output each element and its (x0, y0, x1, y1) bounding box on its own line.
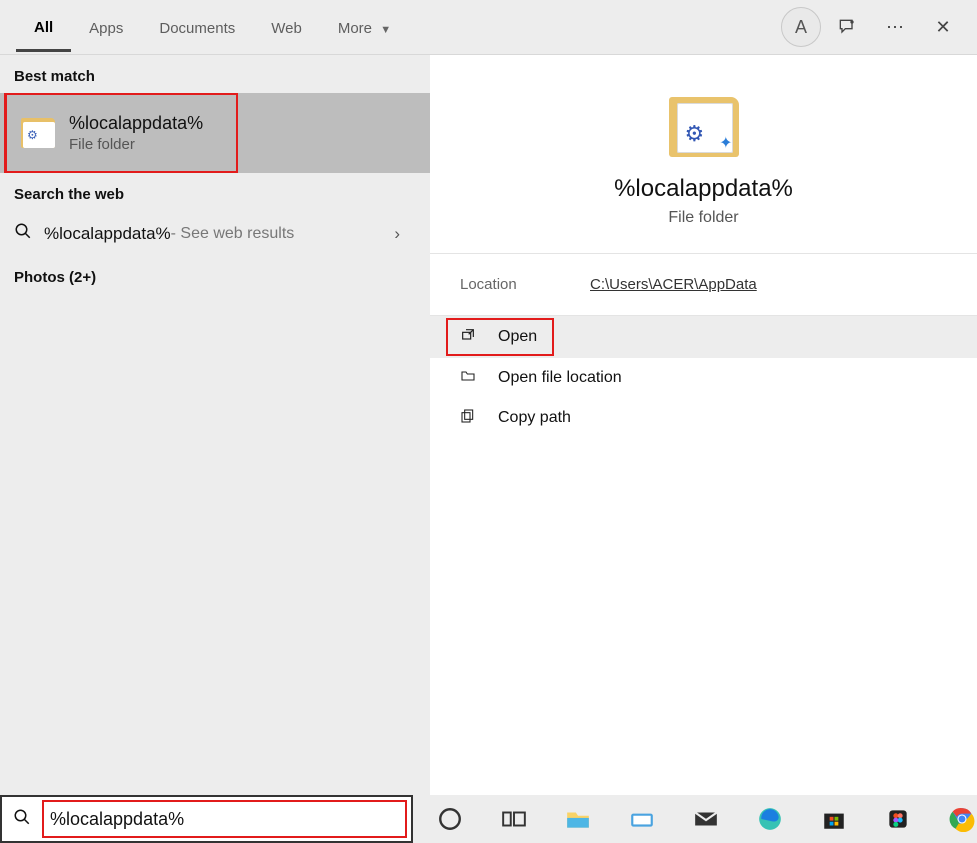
folder-icon-large: ⚙✦ (669, 97, 739, 157)
copy-icon (460, 408, 498, 428)
file-explorer-icon[interactable] (563, 804, 593, 834)
chevron-down-icon: ▼ (380, 24, 391, 36)
taskbar-search-box[interactable] (0, 795, 413, 843)
chrome-icon[interactable] (947, 804, 977, 834)
search-icon (2, 808, 42, 831)
location-label: Location (460, 276, 590, 293)
filter-tab-web[interactable]: Web (253, 4, 320, 50)
filter-tab-apps[interactable]: Apps (71, 4, 141, 50)
edge-icon[interactable] (755, 804, 785, 834)
location-path[interactable]: C:\Users\ACER\AppData (590, 276, 757, 293)
search-header: All Apps Documents Web More ▼ A ⋯ ✕ (0, 0, 977, 55)
preview-pane: ⚙✦ %localappdata% File folder Location C… (430, 55, 977, 795)
best-match-text: %localappdata% File folder (69, 113, 203, 153)
location-row: Location C:\Users\ACER\AppData (430, 254, 977, 316)
cortana-icon[interactable] (435, 804, 465, 834)
header-right-group: A ⋯ ✕ (781, 5, 977, 49)
search-input-highlight (42, 800, 407, 838)
taskbar (413, 795, 977, 843)
open-icon (460, 327, 498, 347)
search-input[interactable] (50, 809, 405, 830)
results-pane: Best match ⚙ %localappdata% File folder … (0, 55, 430, 795)
action-open-file-location[interactable]: Open file location (430, 358, 977, 398)
action-copy-path[interactable]: Copy path (430, 398, 977, 438)
filter-tab-documents[interactable]: Documents (141, 4, 253, 50)
onscreen-keyboard-icon[interactable] (627, 804, 657, 834)
account-avatar[interactable]: A (781, 7, 821, 47)
filter-tab-more[interactable]: More ▼ (320, 4, 409, 50)
web-query-text: %localappdata% (44, 224, 171, 244)
feedback-icon[interactable] (825, 5, 869, 49)
action-open-file-location-label: Open file location (498, 369, 622, 387)
search-web-heading: Search the web (0, 173, 430, 211)
more-options-icon[interactable]: ⋯ (873, 5, 917, 49)
filter-tab-more-label: More (338, 20, 372, 37)
best-match-result-row[interactable]: ⚙ %localappdata% File folder (0, 93, 430, 173)
microsoft-store-icon[interactable] (819, 804, 849, 834)
folder-icon: ⚙ (21, 118, 55, 148)
preview-subtitle: File folder (668, 209, 738, 227)
figma-icon[interactable] (883, 804, 913, 834)
best-match-subtitle: File folder (69, 136, 203, 153)
photos-heading[interactable]: Photos (2+) (0, 256, 430, 294)
chevron-right-icon: › (394, 224, 400, 244)
action-open-label: Open (498, 328, 537, 346)
action-copy-path-label: Copy path (498, 409, 571, 427)
action-open-row[interactable]: Open (430, 316, 977, 358)
search-icon (14, 222, 44, 245)
filter-tab-all[interactable]: All (16, 3, 71, 52)
bottom-bar (0, 795, 977, 843)
best-match-highlight: ⚙ %localappdata% File folder (4, 93, 238, 173)
web-search-result[interactable]: %localappdata% - See web results › (0, 211, 430, 256)
action-open-highlight: Open (446, 318, 554, 356)
preview-title: %localappdata% (614, 175, 793, 203)
web-query-suffix: - See web results (171, 225, 295, 243)
best-match-title: %localappdata% (69, 113, 203, 134)
main-area: Best match ⚙ %localappdata% File folder … (0, 55, 977, 795)
close-icon[interactable]: ✕ (921, 5, 965, 49)
preview-header: ⚙✦ %localappdata% File folder (430, 55, 977, 254)
best-match-heading: Best match (0, 55, 430, 93)
folder-open-icon (460, 368, 498, 388)
task-view-icon[interactable] (499, 804, 529, 834)
mail-icon[interactable] (691, 804, 721, 834)
